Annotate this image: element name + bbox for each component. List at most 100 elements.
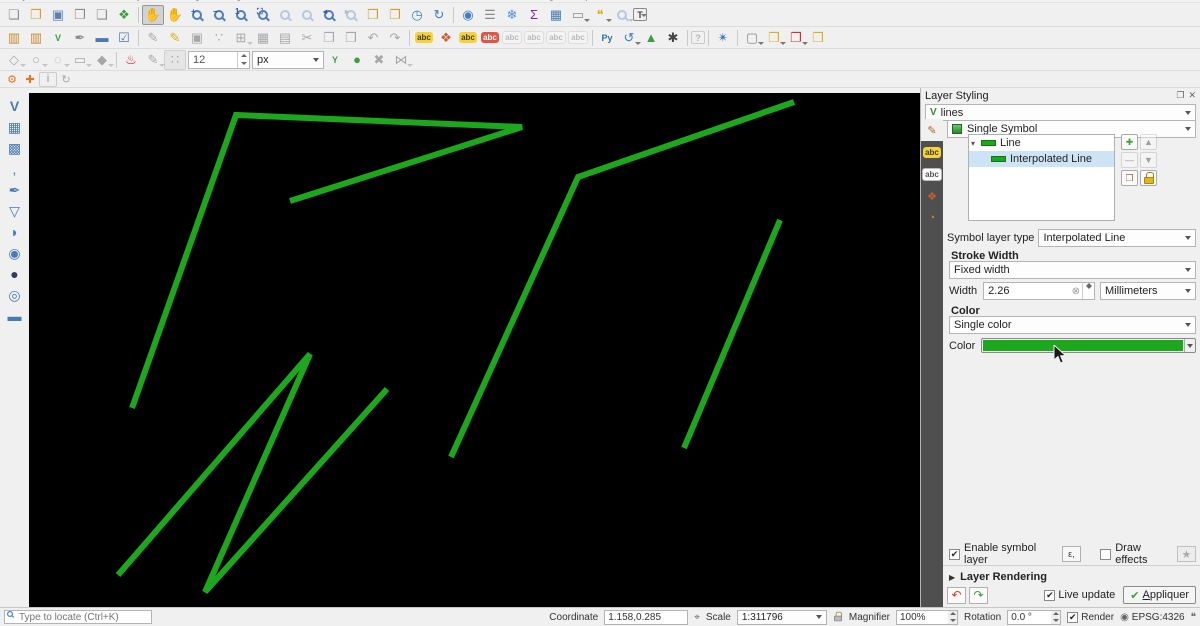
- python-console-icon[interactable]: Py: [596, 28, 618, 48]
- new-temporary-layer-icon[interactable]: ▬: [91, 28, 113, 48]
- collapse-arrow-icon[interactable]: ▶: [949, 573, 955, 582]
- menu-item-edit[interactable]: Edit: [54, 0, 73, 1]
- add-mesh-layer-icon[interactable]: ▩: [4, 138, 26, 158]
- dem-terrain-icon[interactable]: ▲: [640, 28, 662, 48]
- layer-labeling-icon[interactable]: abc: [413, 28, 435, 48]
- style-undo-button[interactable]: ↶: [947, 586, 966, 604]
- data-defined-override-icon[interactable]: ε,: [1061, 546, 1081, 562]
- zoom-in-icon[interactable]: +: [186, 5, 208, 25]
- pin-labels-icon[interactable]: abc: [457, 28, 479, 48]
- scale-lock-icon[interactable]: [833, 610, 843, 625]
- tab-labels[interactable]: abc: [921, 141, 943, 163]
- deselect-features-icon[interactable]: ❐: [785, 28, 808, 48]
- menu-item-layer[interactable]: Layer: [125, 0, 153, 1]
- add-wms-layer-icon[interactable]: ◉: [4, 243, 26, 263]
- topological-editing-icon[interactable]: Y: [324, 50, 346, 70]
- zoom-last-icon[interactable]: ◂: [318, 5, 340, 25]
- add-raster-layer-icon[interactable]: ▦: [4, 117, 26, 137]
- enable-symbol-layer-checkbox[interactable]: ✔: [949, 548, 960, 560]
- snapping-unit-combo[interactable]: px: [252, 50, 324, 69]
- zoom-full-icon[interactable]: ⛶: [252, 5, 274, 25]
- menu-item-plugins[interactable]: Plugins: [220, 0, 256, 1]
- new-shapefile-layer-icon[interactable]: V: [47, 28, 69, 48]
- add-oracle-layer-icon[interactable]: ◗: [4, 222, 26, 242]
- new-bookmark-icon[interactable]: ❒: [362, 5, 384, 25]
- pan-to-selection-icon[interactable]: ✋: [164, 5, 186, 25]
- select-by-value-icon[interactable]: ❐: [763, 28, 786, 48]
- add-delimited-text-icon[interactable]: ,: [4, 159, 26, 179]
- symbol-layer-type-combo[interactable]: Interpolated Line: [1038, 229, 1196, 247]
- layer-diagram-icon[interactable]: ❖: [435, 28, 457, 48]
- stroke-width-mode-combo[interactable]: Fixed width: [949, 261, 1196, 279]
- tab-diagrams[interactable]: ❖: [921, 185, 943, 207]
- show-bookmarks-icon[interactable]: ❐: [384, 5, 406, 25]
- menu-item-vector[interactable]: Vector: [270, 0, 301, 1]
- spinner-buttons[interactable]: [1082, 283, 1094, 299]
- style-manager-icon[interactable]: ❖: [113, 5, 135, 25]
- map-canvas[interactable]: [29, 93, 920, 607]
- layer-rendering-heading[interactable]: Layer Rendering: [960, 571, 1047, 583]
- rotation-spinbox[interactable]: 0.0 °: [1007, 609, 1062, 625]
- select-by-form-icon[interactable]: ☰: [479, 5, 501, 25]
- new-geopackage-layer-icon[interactable]: ✒: [69, 28, 91, 48]
- expander-icon[interactable]: ▾: [971, 139, 979, 148]
- text-annotation-icon[interactable]: T: [633, 8, 647, 21]
- width-spinbox[interactable]: 2.26 ⊗: [983, 282, 1095, 300]
- processing-options-icon[interactable]: ⚙: [3, 72, 21, 87]
- menu-item-view[interactable]: View: [87, 0, 111, 1]
- color-mode-combo[interactable]: Single color: [949, 316, 1196, 334]
- measure-icon[interactable]: ▭: [567, 5, 590, 25]
- layout-manager-icon[interactable]: ❑: [91, 5, 113, 25]
- extents-toggle-icon[interactable]: ⌖: [694, 612, 700, 623]
- select-by-expression-icon[interactable]: ❐: [807, 28, 829, 48]
- spinner-buttons[interactable]: [1051, 609, 1062, 625]
- style-redo-button[interactable]: ↷: [969, 586, 988, 604]
- tree-row-line[interactable]: ▾ Line: [969, 135, 1114, 151]
- tab-history[interactable]: ◔: [921, 207, 943, 229]
- add-spatialite-layer-icon[interactable]: ✒: [4, 180, 26, 200]
- open-project-icon[interactable]: ❐: [25, 5, 47, 25]
- temporal-controller-icon[interactable]: ◷: [406, 5, 428, 25]
- add-wfs-layer-icon[interactable]: ◎: [4, 285, 26, 305]
- first-aid-plugin-icon[interactable]: ✱: [662, 28, 684, 48]
- magnifier-spinbox[interactable]: 100%: [896, 609, 958, 625]
- map-tips-icon[interactable]: ❝: [589, 5, 612, 25]
- zoom-out-icon[interactable]: −: [208, 5, 230, 25]
- tab-symbology[interactable]: ✎: [921, 119, 943, 141]
- save-project-icon[interactable]: ▣: [47, 5, 69, 25]
- processing-history-icon[interactable]: ↺: [618, 28, 641, 48]
- menu-item-raster[interactable]: Raster: [315, 0, 347, 1]
- refresh-map-icon[interactable]: ↻: [428, 5, 450, 25]
- live-update-checkbox[interactable]: ✔: [1044, 589, 1056, 601]
- menu-item-database[interactable]: Database: [362, 0, 409, 1]
- menu-item-mesh[interactable]: Mesh: [459, 0, 486, 1]
- locator-input[interactable]: [4, 610, 152, 624]
- menu-item-project[interactable]: Project: [6, 0, 40, 1]
- spinner-buttons[interactable]: [237, 51, 249, 68]
- width-unit-combo[interactable]: Millimeters: [1100, 282, 1196, 300]
- draw-effects-checkbox[interactable]: [1100, 548, 1112, 560]
- color-button[interactable]: [981, 338, 1196, 353]
- coordinate-input[interactable]: 1.158,0.285: [604, 609, 689, 625]
- identify-features-icon[interactable]: ◉: [457, 5, 479, 25]
- new-project-icon[interactable]: ❏: [3, 5, 25, 25]
- add-symbol-layer-button[interactable]: ✚: [1121, 134, 1138, 150]
- toggle-editing-icon[interactable]: ✎: [164, 28, 186, 48]
- add-mesh-element-icon[interactable]: ✚: [21, 72, 39, 87]
- color-dropdown[interactable]: [1184, 339, 1195, 352]
- symbol-layer-tree[interactable]: ▾ Line Interpolated Line: [968, 134, 1115, 221]
- spinner-buttons[interactable]: [948, 609, 958, 625]
- snapping-toggle-icon[interactable]: ♨: [120, 50, 142, 70]
- lock-color-button[interactable]: [1140, 170, 1157, 186]
- new-print-layout-icon[interactable]: ❒: [69, 5, 91, 25]
- statistical-summary-icon[interactable]: Σ: [523, 5, 545, 25]
- menu-item-help[interactable]: Help: [569, 0, 592, 1]
- scale-combo[interactable]: 1:311796: [736, 609, 827, 625]
- zoom-native-icon[interactable]: 1: [230, 5, 252, 25]
- snapping-on-intersection-icon[interactable]: ●: [346, 50, 368, 70]
- pan-map-icon[interactable]: ✋: [142, 4, 164, 25]
- menu-item-web[interactable]: Web: [423, 0, 445, 1]
- select-features-icon[interactable]: ▢: [741, 28, 764, 48]
- close-panel-icon[interactable]: ✕: [1188, 90, 1196, 101]
- add-virtual-layer-icon[interactable]: ▬: [4, 306, 26, 326]
